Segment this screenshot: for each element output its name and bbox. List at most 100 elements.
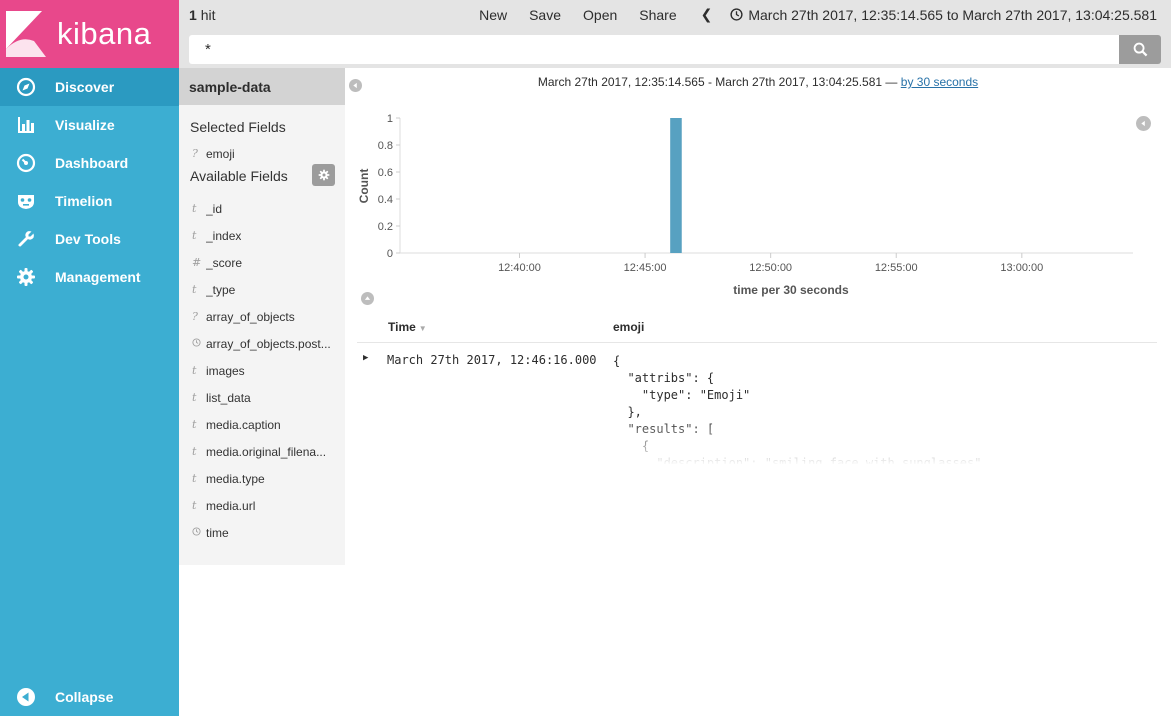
field-item-id[interactable]: t _id — [179, 195, 345, 222]
field-name: _type — [206, 282, 236, 297]
chevron-left-icon[interactable]: ❮ — [701, 6, 713, 23]
search-button[interactable] — [1119, 35, 1161, 64]
table-row[interactable]: ▶ March 27th 2017, 12:46:16.000 { "attri… — [357, 343, 1157, 464]
field-settings-button[interactable] — [312, 164, 335, 186]
x-tick-label: 12:50:00 — [749, 262, 792, 274]
nav-item-visualize[interactable]: Visualize — [0, 106, 179, 144]
number-type-icon: # — [192, 256, 202, 269]
field-item-time[interactable]: time — [179, 519, 345, 546]
collapse-arrow-icon — [17, 688, 35, 706]
selected-fields-heading: Selected Fields — [190, 119, 286, 135]
bar-chart-icon — [18, 117, 34, 133]
field-item-images[interactable]: t images — [179, 357, 345, 384]
wrench-icon — [18, 231, 34, 247]
nav-list: Discover Visualize Dashboard Timelion De… — [0, 68, 179, 296]
field-list-panel: sample-data Selected Fields ? emoji Avail… — [179, 68, 345, 565]
hit-count-label: hit — [200, 7, 216, 23]
x-tick-label: 13:00:00 — [1000, 262, 1043, 274]
field-name: list_data — [206, 390, 251, 405]
compass-icon — [16, 77, 36, 97]
nav-label-timelion: Timelion — [55, 193, 113, 209]
field-item-emoji[interactable]: ? emoji — [179, 140, 345, 167]
field-name: array_of_objects.post... — [206, 336, 331, 351]
nav-label-visualize: Visualize — [55, 117, 115, 133]
nav-item-dashboard[interactable]: Dashboard — [0, 144, 179, 182]
y-tick-label: 0.2 — [378, 221, 393, 233]
field-item-media-url[interactable]: t media.url — [179, 492, 345, 519]
histogram-chart: Count time per 30 seconds 0 0.2 0.4 0.6 0.8 1… — [357, 113, 1133, 297]
histogram-bars — [670, 118, 682, 253]
field-item-score[interactable]: # _score — [179, 249, 345, 276]
field-item-array-of-objects-post[interactable]: array_of_objects.post... — [179, 330, 345, 357]
field-item-media-type[interactable]: t media.type — [179, 465, 345, 492]
top-bar: 1 hit New Save Open Share ❮ March 27th 2… — [179, 0, 1171, 68]
field-name: media.url — [206, 498, 256, 513]
save-button[interactable]: Save — [529, 7, 561, 23]
nav-label-management: Management — [55, 269, 141, 285]
y-tick-label: 0 — [387, 248, 393, 260]
unknown-type-icon: ? — [192, 147, 198, 160]
field-item-media-original-filena[interactable]: t media.original_filena... — [179, 438, 345, 465]
chevron-up-icon — [364, 296, 371, 300]
y-tick-label: 0.8 — [378, 140, 393, 152]
field-name: emoji — [206, 146, 235, 161]
new-button[interactable]: New — [479, 7, 507, 23]
string-type-icon: t — [192, 391, 197, 404]
expand-row-icon[interactable]: ▶ — [363, 353, 368, 363]
field-item-media-caption[interactable]: t media.caption — [179, 411, 345, 438]
index-pattern-selector[interactable]: sample-data — [179, 68, 345, 105]
field-item-type[interactable]: t _type — [179, 276, 345, 303]
field-name: _index — [206, 228, 242, 243]
nav-item-management[interactable]: Management — [0, 258, 179, 296]
field-name: time — [206, 525, 229, 540]
x-axis: 12:40:00 12:45:00 12:50:00 12:55:00 13:00:00 — [400, 252, 1133, 274]
collapse-sidebar-icon[interactable] — [349, 79, 362, 92]
string-type-icon: t — [192, 364, 197, 377]
field-name: _id — [206, 201, 223, 216]
document-table: Time ▼ emoji ▶ March 27th 2017, 12:46:16… — [357, 312, 1157, 464]
hit-count: 1 hit — [189, 7, 215, 23]
date-type-icon — [192, 337, 206, 350]
time-picker[interactable]: March 27th 2017, 12:35:14.565 to March 2… — [730, 7, 1157, 23]
available-fields-title: Available Fields — [190, 168, 288, 184]
string-type-icon: t — [192, 202, 197, 215]
discover-main: March 27th 2017, 12:35:14.565 - March 27… — [345, 68, 1171, 716]
column-header-emoji[interactable]: emoji — [613, 320, 644, 334]
nav-label-discover: Discover — [55, 79, 115, 95]
y-tick-label: 0.4 — [378, 194, 393, 206]
field-name: _score — [206, 255, 243, 270]
chevron-left-icon — [353, 82, 357, 89]
kibana-logo[interactable]: kibana — [0, 0, 179, 68]
nav-item-timelion[interactable]: Timelion — [0, 182, 179, 220]
string-type-icon: t — [192, 445, 197, 458]
date-type-icon — [192, 526, 206, 539]
share-button[interactable]: Share — [639, 7, 676, 23]
hit-count-number: 1 — [189, 7, 197, 23]
open-button[interactable]: Open — [583, 7, 617, 23]
y-tick-label: 0.6 — [378, 167, 393, 179]
field-name: media.original_filena... — [206, 444, 327, 459]
collapse-button[interactable]: Collapse — [0, 678, 179, 716]
histogram-range: March 27th 2017, 12:35:14.565 - March 27… — [345, 75, 1171, 89]
x-tick-label: 12:40:00 — [498, 262, 541, 274]
selected-fields-list: ? emoji — [179, 140, 345, 167]
field-item-index[interactable]: t _index — [179, 222, 345, 249]
collapse-chart-icon[interactable] — [361, 292, 374, 305]
nav-label-dashboard: Dashboard — [55, 155, 129, 171]
interval-link[interactable]: by 30 seconds — [901, 75, 978, 89]
x-axis-label: time per 30 seconds — [733, 283, 849, 297]
search-input[interactable] — [189, 35, 1119, 64]
nav-item-discover[interactable]: Discover — [0, 68, 179, 106]
sidebar-nav: kibana Discover Visualize Dashboard Time… — [0, 0, 179, 716]
nav-item-dev-tools[interactable]: Dev Tools — [0, 220, 179, 258]
row-fade-overlay — [357, 419, 1157, 464]
column-header-time-label: Time — [388, 320, 416, 334]
timelion-mask-icon — [18, 195, 34, 209]
column-header-time[interactable]: Time ▼ — [388, 320, 613, 334]
string-type-icon: t — [192, 229, 197, 242]
sort-desc-icon[interactable]: ▼ — [419, 324, 427, 333]
histogram-bar — [670, 118, 682, 253]
field-item-list-data[interactable]: t list_data — [179, 384, 345, 411]
x-tick-label: 12:45:00 — [624, 262, 667, 274]
field-item-array-of-objects[interactable]: ? array_of_objects — [179, 303, 345, 330]
